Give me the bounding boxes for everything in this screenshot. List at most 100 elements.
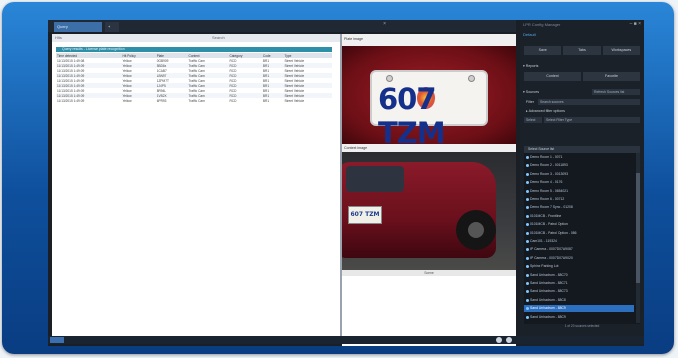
context-image: 607 TZM [342,152,516,270]
save-button[interactable]: Save [524,46,562,55]
source-list-item-label: Sand Unhadrum - 88C71 [530,281,568,285]
camera-icon [526,206,529,210]
source-list-item-label: Demo Room 1 - 0071 [530,155,563,159]
workspaces-button[interactable]: Workspaces [602,46,640,55]
source-list-item[interactable]: Sand Unhadrum - 88C9 [524,305,634,313]
license-plate: 607 TZM [370,70,488,144]
plate-image: 607 TZM [342,46,516,144]
filter-input[interactable]: Search sources [538,99,640,105]
source-list-item[interactable]: Demo Room 7 Sync - 01208 [524,204,634,211]
source-list-item[interactable]: IP Camera - 0007D07A9087 [524,246,634,253]
source-list-item[interactable]: Demo Room 3 - 0013093 [524,171,634,178]
camera-icon [526,265,529,269]
camera-icon [526,315,529,319]
filter-label: Filter [526,100,534,104]
source-list-item-label: Sand Unhadrum - 88C9 [530,314,566,319]
source-list-item-label: 0101MCB - Patrol Option - 086 [530,230,577,235]
camera-icon [526,181,529,185]
table-cell: RCD [229,98,237,103]
default-link[interactable]: Default [523,32,536,37]
table-cell: Traffic Cam [188,98,205,103]
sources-section[interactable]: ▾ Sources [523,90,539,94]
source-list-item-label: Demo Room 6 - 00712 [530,197,565,201]
source-list-item-label: Demo Room 3 - 0013093 [530,171,569,176]
source-list: Select Source list Demo Room 1 - 0071 Dem… [524,146,640,324]
source-list-item[interactable]: Sphinx Parking Lot [524,263,634,270]
source-list-item[interactable]: Demo Room 6 - 00712 [524,196,634,203]
app-window: Query + × Hits Search Query results - Li… [48,20,644,346]
camera-icon [526,273,529,277]
source-list-item[interactable]: Demo Room 5 - 0654021 [524,188,634,195]
source-list-item-label: Sand Unhadrum - 88C70 [530,272,568,277]
camera-icon [526,156,529,159]
config-panel: LPR Config Manager – ■ × Default Save Ta… [520,20,644,346]
source-list-item[interactable]: Cam101 - 119324 [524,238,634,245]
hits-label: Hits [55,35,62,40]
source-list-item-label: Demo Room 4 - 0176 [530,180,563,185]
reports-section[interactable]: ▾ Reports [523,64,538,68]
source-list-item[interactable]: Demo Room 1 - 0071 [524,154,634,161]
source-list-item[interactable]: Demo Room 2 - 0011893 [524,162,634,169]
tray-icon[interactable] [506,337,512,343]
tab-query[interactable]: Query [54,22,102,32]
source-list-item-label: Sand Unhadrum - 88C8 [530,297,566,302]
source-list-footer: 1 of 20 sources selected [564,324,600,328]
refresh-sources-button[interactable]: Refresh Sources list [592,89,640,95]
source-list-item[interactable]: 0101MCB - Frontline [524,213,634,220]
camera-icon [526,248,529,252]
source-list-item[interactable]: Sand Unhadrum - 88C9 [524,314,634,321]
tabs-button[interactable]: Tabs [563,46,601,55]
panel-title: LPR Config Manager [523,22,561,27]
select-button[interactable]: Select [524,117,542,123]
plate-image-label: Plate image [344,37,363,41]
tab-bar: Query + × [48,20,516,32]
tray-icon[interactable] [496,337,502,343]
camera-icon [526,307,529,311]
reports-row: Context Favorite [524,72,640,81]
table-row[interactable]: 11/13/2015 1:49:09 Yellow 6PR93 Traffic Cam… [56,98,332,103]
filter-type-dropdown[interactable]: Select Filter Type [544,117,640,123]
source-list-item-label: Demo Room 5 - 0654021 [530,188,569,193]
source-list-header: Select Source list [524,146,640,153]
grid-title: Query results - License plate recognitio… [56,47,332,52]
scrollbar[interactable] [636,153,640,323]
source-list-item[interactable]: 0101MCB - Patrol Option - 086 [524,230,634,237]
image-panel: Plate image 607 TZM Context image 607 TZ… [342,34,516,346]
toolbar-row: Save Tabs Workspaces [524,46,640,55]
context-button[interactable]: Context [524,72,581,81]
source-list-item[interactable]: Sand Unhadrum - 88C73 [524,288,634,295]
camera-icon [526,298,529,302]
start-button[interactable] [50,337,64,343]
camera-icon [526,282,529,285]
camera-icon [526,223,529,227]
source-list-item[interactable]: Sand Unhadrum - 88C8 [524,297,634,304]
source-list-item-label: 0101MCB - Frontline [530,213,562,218]
source-list-item[interactable]: Sand Unhadrum - 88C71 [524,280,634,287]
camera-icon [526,256,529,260]
source-list-item[interactable]: Sand Unhadrum - 88C70 [524,272,634,279]
source-list-item-label: Demo Room 7 Sync - 01208 [530,205,573,210]
camera-icon [526,231,529,235]
search-label: Search [212,35,225,40]
results-panel: Hits Search Query results - License plat… [52,34,340,340]
window-buttons[interactable]: – ■ × [630,21,642,27]
screw-icon [468,75,475,82]
camera-icon [526,172,529,176]
source-list-item[interactable]: Demo Room 4 - 0176 [524,179,634,186]
source-list-item-label: Sand Unhadrum - 88C9 [530,306,566,311]
camera-icon [526,164,529,168]
favorite-button[interactable]: Favorite [583,72,640,81]
source-list-item[interactable]: 0101MCB - Patrol Option [524,221,634,228]
table-cell: Street Vehicle [284,98,305,103]
source-list-item-label: IP Camera - 0007D07A9087 [530,247,573,252]
source-list-item-label: Cam101 - 119324 [530,239,557,243]
car-plate: 607 TZM [348,206,382,224]
tire [456,210,496,250]
results-header: Hits Search [52,34,340,42]
context-image-label: Context image [344,146,368,150]
scrollbar-thumb[interactable] [636,173,640,283]
close-icon[interactable]: × [383,21,386,27]
advanced-filter-toggle[interactable]: ▸ Advanced filter options [526,109,565,113]
source-list-item[interactable]: IP Camera - 0007D07A9020 [524,255,634,262]
new-tab-button[interactable]: + [105,22,119,32]
